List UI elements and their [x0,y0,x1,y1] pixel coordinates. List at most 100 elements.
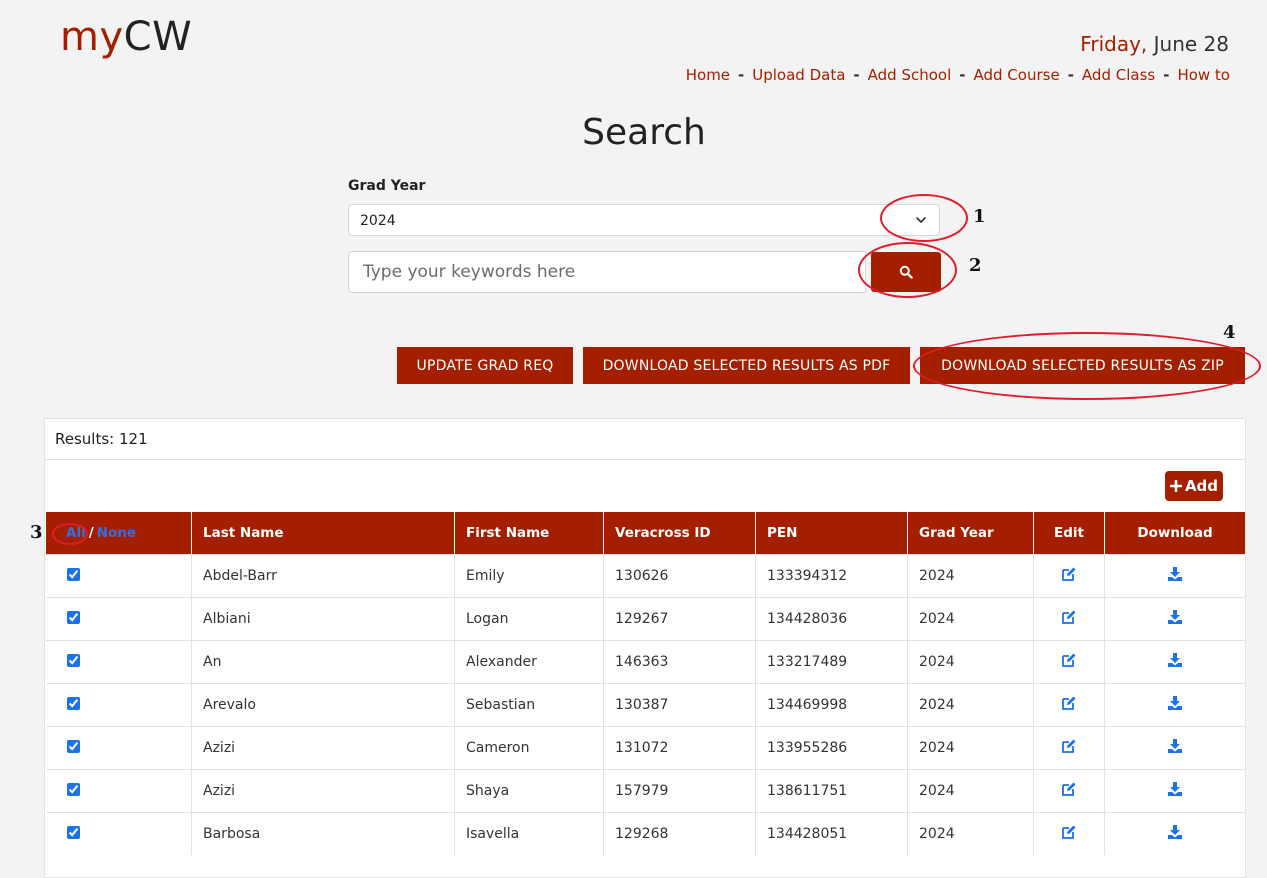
cell-pen: 138611751 [755,769,908,813]
keyword-search-input[interactable] [348,251,866,293]
add-button-label: Add [1184,477,1219,495]
download-icon[interactable] [1167,695,1183,711]
add-button[interactable]: Add [1165,471,1223,501]
row-checkbox[interactable] [67,825,80,839]
table-row: An Alexander 146363 133217489 2024 [46,640,1245,684]
col-last-name[interactable]: Last Name [191,512,455,555]
top-nav: Home - Upload Data - Add School - Add Co… [686,66,1230,84]
cell-download [1104,769,1245,813]
nav-add-class[interactable]: Add Class [1082,66,1155,84]
cell-last-name: An [191,640,455,684]
cell-last-name: Albiani [191,597,455,641]
col-download: Download [1104,512,1245,555]
col-veracross-id[interactable]: Veracross ID [603,512,756,555]
cell-first-name: Logan [454,597,604,641]
select-all-none: All / None [46,512,192,555]
cell-pen: 133394312 [755,554,908,598]
results-table: All / None Last Name First Name Veracross … [46,512,1245,855]
row-checkbox[interactable] [67,739,80,753]
cell-edit [1033,597,1105,641]
cell-last-name: Azizi [191,769,455,813]
cell-grad-year: 2024 [907,683,1034,727]
grad-year-select[interactable]: 2024 [348,204,940,236]
results-panel: Results: 121 Add All / None Last Name Firs… [44,418,1246,878]
update-grad-req-button[interactable]: UPDATE GRAD REQ [397,347,573,384]
edit-icon[interactable] [1061,824,1077,840]
col-pen[interactable]: PEN [755,512,908,555]
cell-first-name: Cameron [454,726,604,770]
app-logo[interactable]: myCW [60,14,192,60]
col-edit: Edit [1033,512,1105,555]
cell-download [1104,597,1245,641]
cell-last-name: Abdel-Barr [191,554,455,598]
cell-first-name: Shaya [454,769,604,813]
download-pdf-button[interactable]: DOWNLOAD SELECTED RESULTS AS PDF [583,347,910,384]
cell-pen: 134428051 [755,812,908,855]
row-checkbox[interactable] [67,610,80,624]
cell-pen: 134469998 [755,683,908,727]
search-button[interactable] [871,252,941,292]
nav-separator: - [853,66,860,84]
table-row: Azizi Cameron 131072 133955286 2024 [46,726,1245,770]
edit-icon[interactable] [1061,566,1077,582]
select-none-link[interactable]: None [97,525,136,541]
cell-grad-year: 2024 [907,769,1034,813]
col-first-name[interactable]: First Name [454,512,604,555]
row-select-cell [46,640,192,684]
table-row: Abdel-Barr Emily 130626 133394312 2024 [46,554,1245,598]
results-count: Results: 121 [45,419,1245,460]
cell-download [1104,726,1245,770]
row-select-cell [46,769,192,813]
edit-icon[interactable] [1061,738,1077,754]
annotation-label-4: 4 [1223,322,1236,343]
nav-add-course[interactable]: Add Course [974,66,1060,84]
download-icon[interactable] [1167,652,1183,668]
row-checkbox[interactable] [67,696,80,710]
chevron-down-icon [916,217,926,223]
nav-separator: - [1163,66,1170,84]
date-day: Friday, [1080,32,1148,56]
cell-first-name: Sebastian [454,683,604,727]
nav-add-school[interactable]: Add School [868,66,952,84]
cell-edit [1033,554,1105,598]
download-icon[interactable] [1167,738,1183,754]
annotation-label-2: 2 [969,255,982,276]
cell-grad-year: 2024 [907,640,1034,684]
row-select-cell [46,812,192,855]
download-icon[interactable] [1167,824,1183,840]
nav-separator: - [738,66,745,84]
cell-pen: 133955286 [755,726,908,770]
nav-separator: - [959,66,966,84]
download-zip-button[interactable]: DOWNLOAD SELECTED RESULTS AS ZIP [920,347,1245,384]
cell-grad-year: 2024 [907,554,1034,598]
cell-last-name: Azizi [191,726,455,770]
cell-veracross-id: 157979 [603,769,756,813]
edit-icon[interactable] [1061,609,1077,625]
download-icon[interactable] [1167,609,1183,625]
cell-grad-year: 2024 [907,812,1034,855]
cell-download [1104,640,1245,684]
nav-how-to[interactable]: How to [1177,66,1230,84]
edit-icon[interactable] [1061,695,1077,711]
cell-first-name: Isavella [454,812,604,855]
download-icon[interactable] [1167,566,1183,582]
row-checkbox[interactable] [67,653,80,667]
edit-icon[interactable] [1061,781,1077,797]
cell-download [1104,812,1245,855]
cell-grad-year: 2024 [907,726,1034,770]
row-checkbox[interactable] [67,567,80,581]
col-grad-year[interactable]: Grad Year [907,512,1034,555]
cell-veracross-id: 146363 [603,640,756,684]
cell-edit [1033,812,1105,855]
cell-veracross-id: 131072 [603,726,756,770]
nav-home[interactable]: Home [686,66,730,84]
download-icon[interactable] [1167,781,1183,797]
current-date: Friday, June 28 [1080,32,1229,56]
row-checkbox[interactable] [67,782,80,796]
nav-upload-data[interactable]: Upload Data [752,66,845,84]
cell-first-name: Alexander [454,640,604,684]
edit-icon[interactable] [1061,652,1077,668]
cell-veracross-id: 129267 [603,597,756,641]
grad-year-value: 2024 [360,213,396,229]
select-all-link[interactable]: All [66,525,86,541]
